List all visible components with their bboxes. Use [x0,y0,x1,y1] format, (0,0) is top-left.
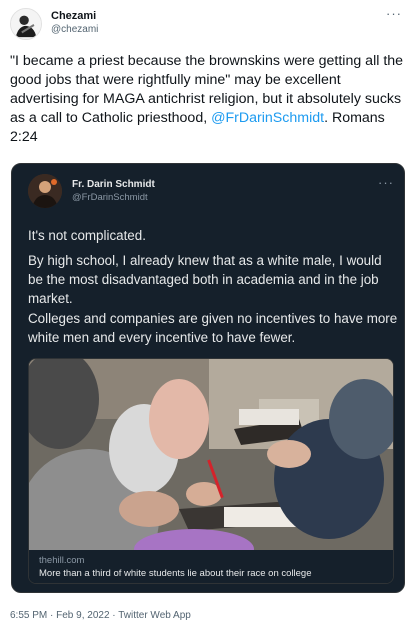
ellipsis-icon[interactable]: ··· [378,176,394,189]
tweet-card: Chezami @chezami ··· "I became a priest … [0,0,416,639]
avatar-image [11,9,41,39]
quoted-paragraph: Colleges and companies are given no ince… [28,311,398,345]
quoted-author-name[interactable]: Fr. Darin Schmidt [72,178,155,191]
link-card-photo [29,359,393,550]
ellipsis-icon[interactable]: ··· [386,7,402,20]
author-name[interactable]: Chezami [51,10,98,23]
link-domain: thehill.com [39,555,85,566]
quoted-header: Fr. Darin Schmidt @FrDarinSchmidt [28,174,155,208]
quoted-tweet[interactable]: Fr. Darin Schmidt @FrDarinSchmidt ··· It… [11,163,405,593]
tweet-body: "I became a priest because the brownskin… [10,52,410,147]
quoted-author-handle[interactable]: @FrDarinSchmidt [72,191,155,204]
link-card[interactable]: thehill.com More than a third of white s… [28,358,394,584]
tweet-header: Chezami @chezami [10,8,98,40]
author-handle[interactable]: @chezami [51,23,98,36]
link-title: More than a third of white students lie … [39,568,312,579]
link-info: thehill.com More than a third of white s… [29,550,393,583]
quoted-avatar[interactable] [28,174,62,208]
quoted-paragraph: By high school, I already knew that as a… [28,253,382,306]
author-avatar[interactable] [10,8,42,40]
quoted-avatar-image [28,174,62,208]
quoted-paragraph: It's not complicated. [28,228,146,243]
mention-link[interactable]: @FrDarinSchmidt [211,110,324,126]
tweet-timestamp[interactable]: 6:55 PM · Feb 9, 2022 · Twitter Web App [10,610,191,621]
